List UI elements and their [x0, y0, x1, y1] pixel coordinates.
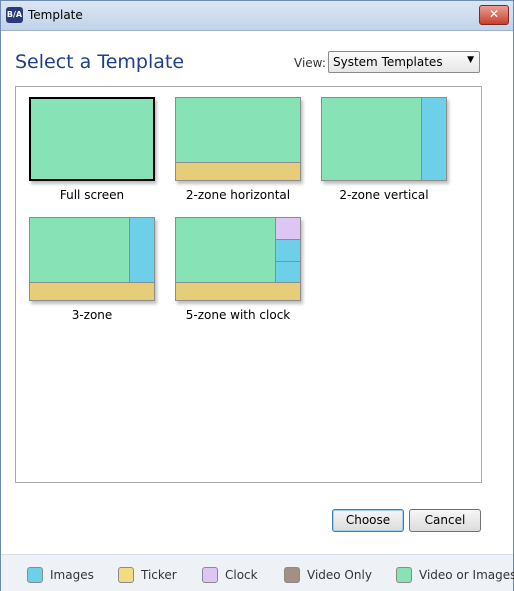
cancel-button[interactable]: Cancel — [409, 509, 481, 532]
view-dropdown-value: System Templates — [333, 55, 443, 69]
template-thumbnail[interactable] — [175, 217, 301, 301]
images-zone — [275, 261, 300, 282]
ticker-zone — [176, 162, 300, 180]
dialog-content: Select a Template View: System Templates… — [1, 31, 513, 554]
legend-label: Ticker — [141, 568, 177, 582]
view-label: View: — [294, 56, 326, 70]
video-or-images-swatch-icon — [396, 567, 412, 583]
zone-legend: Images Ticker Clock Video Only Video or … — [1, 554, 514, 591]
images-zone — [275, 239, 300, 261]
ticker-zone — [176, 282, 300, 300]
video-only-swatch-icon — [284, 567, 300, 583]
window-title: Template — [28, 8, 83, 22]
template-3-zone[interactable]: 3-zone — [29, 217, 155, 322]
close-button[interactable]: ✕ — [479, 5, 509, 25]
template-dialog: B/A Template ✕ Select a Template View: S… — [0, 0, 514, 591]
template-thumbnail[interactable] — [321, 97, 447, 181]
template-label: 5-zone with clock — [185, 308, 291, 322]
template-5-zone-with-clock[interactable]: 5-zone with clock — [175, 217, 301, 322]
page-title: Select a Template — [15, 51, 185, 73]
template-label: 2-zone horizontal — [185, 188, 291, 202]
template-2-zone-vertical[interactable]: 2-zone vertical — [321, 97, 447, 202]
template-label: Full screen — [59, 188, 125, 202]
template-label: 3-zone — [71, 308, 113, 322]
clock-zone — [275, 218, 300, 239]
choose-button[interactable]: Choose — [332, 509, 404, 532]
template-thumbnail[interactable] — [29, 217, 155, 301]
dropdown-arrow-icon: ▼ — [467, 55, 474, 65]
legend-label: Images — [50, 568, 94, 582]
images-zone — [129, 218, 154, 282]
legend-label: Video Only — [307, 568, 372, 582]
template-label: 2-zone vertical — [339, 188, 429, 202]
images-swatch-icon — [27, 567, 43, 583]
clock-swatch-icon — [202, 567, 218, 583]
title-bar[interactable]: B/A Template ✕ — [1, 1, 513, 31]
ticker-swatch-icon — [118, 567, 134, 583]
template-thumbnail[interactable] — [29, 97, 155, 181]
template-2-zone-horizontal[interactable]: 2-zone horizontal — [175, 97, 301, 202]
app-logo-icon: B/A — [6, 7, 23, 23]
template-thumbnail[interactable] — [175, 97, 301, 181]
template-gallery: Full screen 2-zone horizontal 2-zone ver… — [15, 86, 482, 483]
ticker-zone — [30, 282, 154, 300]
view-dropdown[interactable]: System Templates ▼ — [328, 51, 480, 73]
template-full-screen[interactable]: Full screen — [29, 97, 155, 202]
legend-label: Clock — [225, 568, 258, 582]
legend-label: Video or Images — [419, 568, 514, 582]
images-zone — [421, 98, 446, 180]
